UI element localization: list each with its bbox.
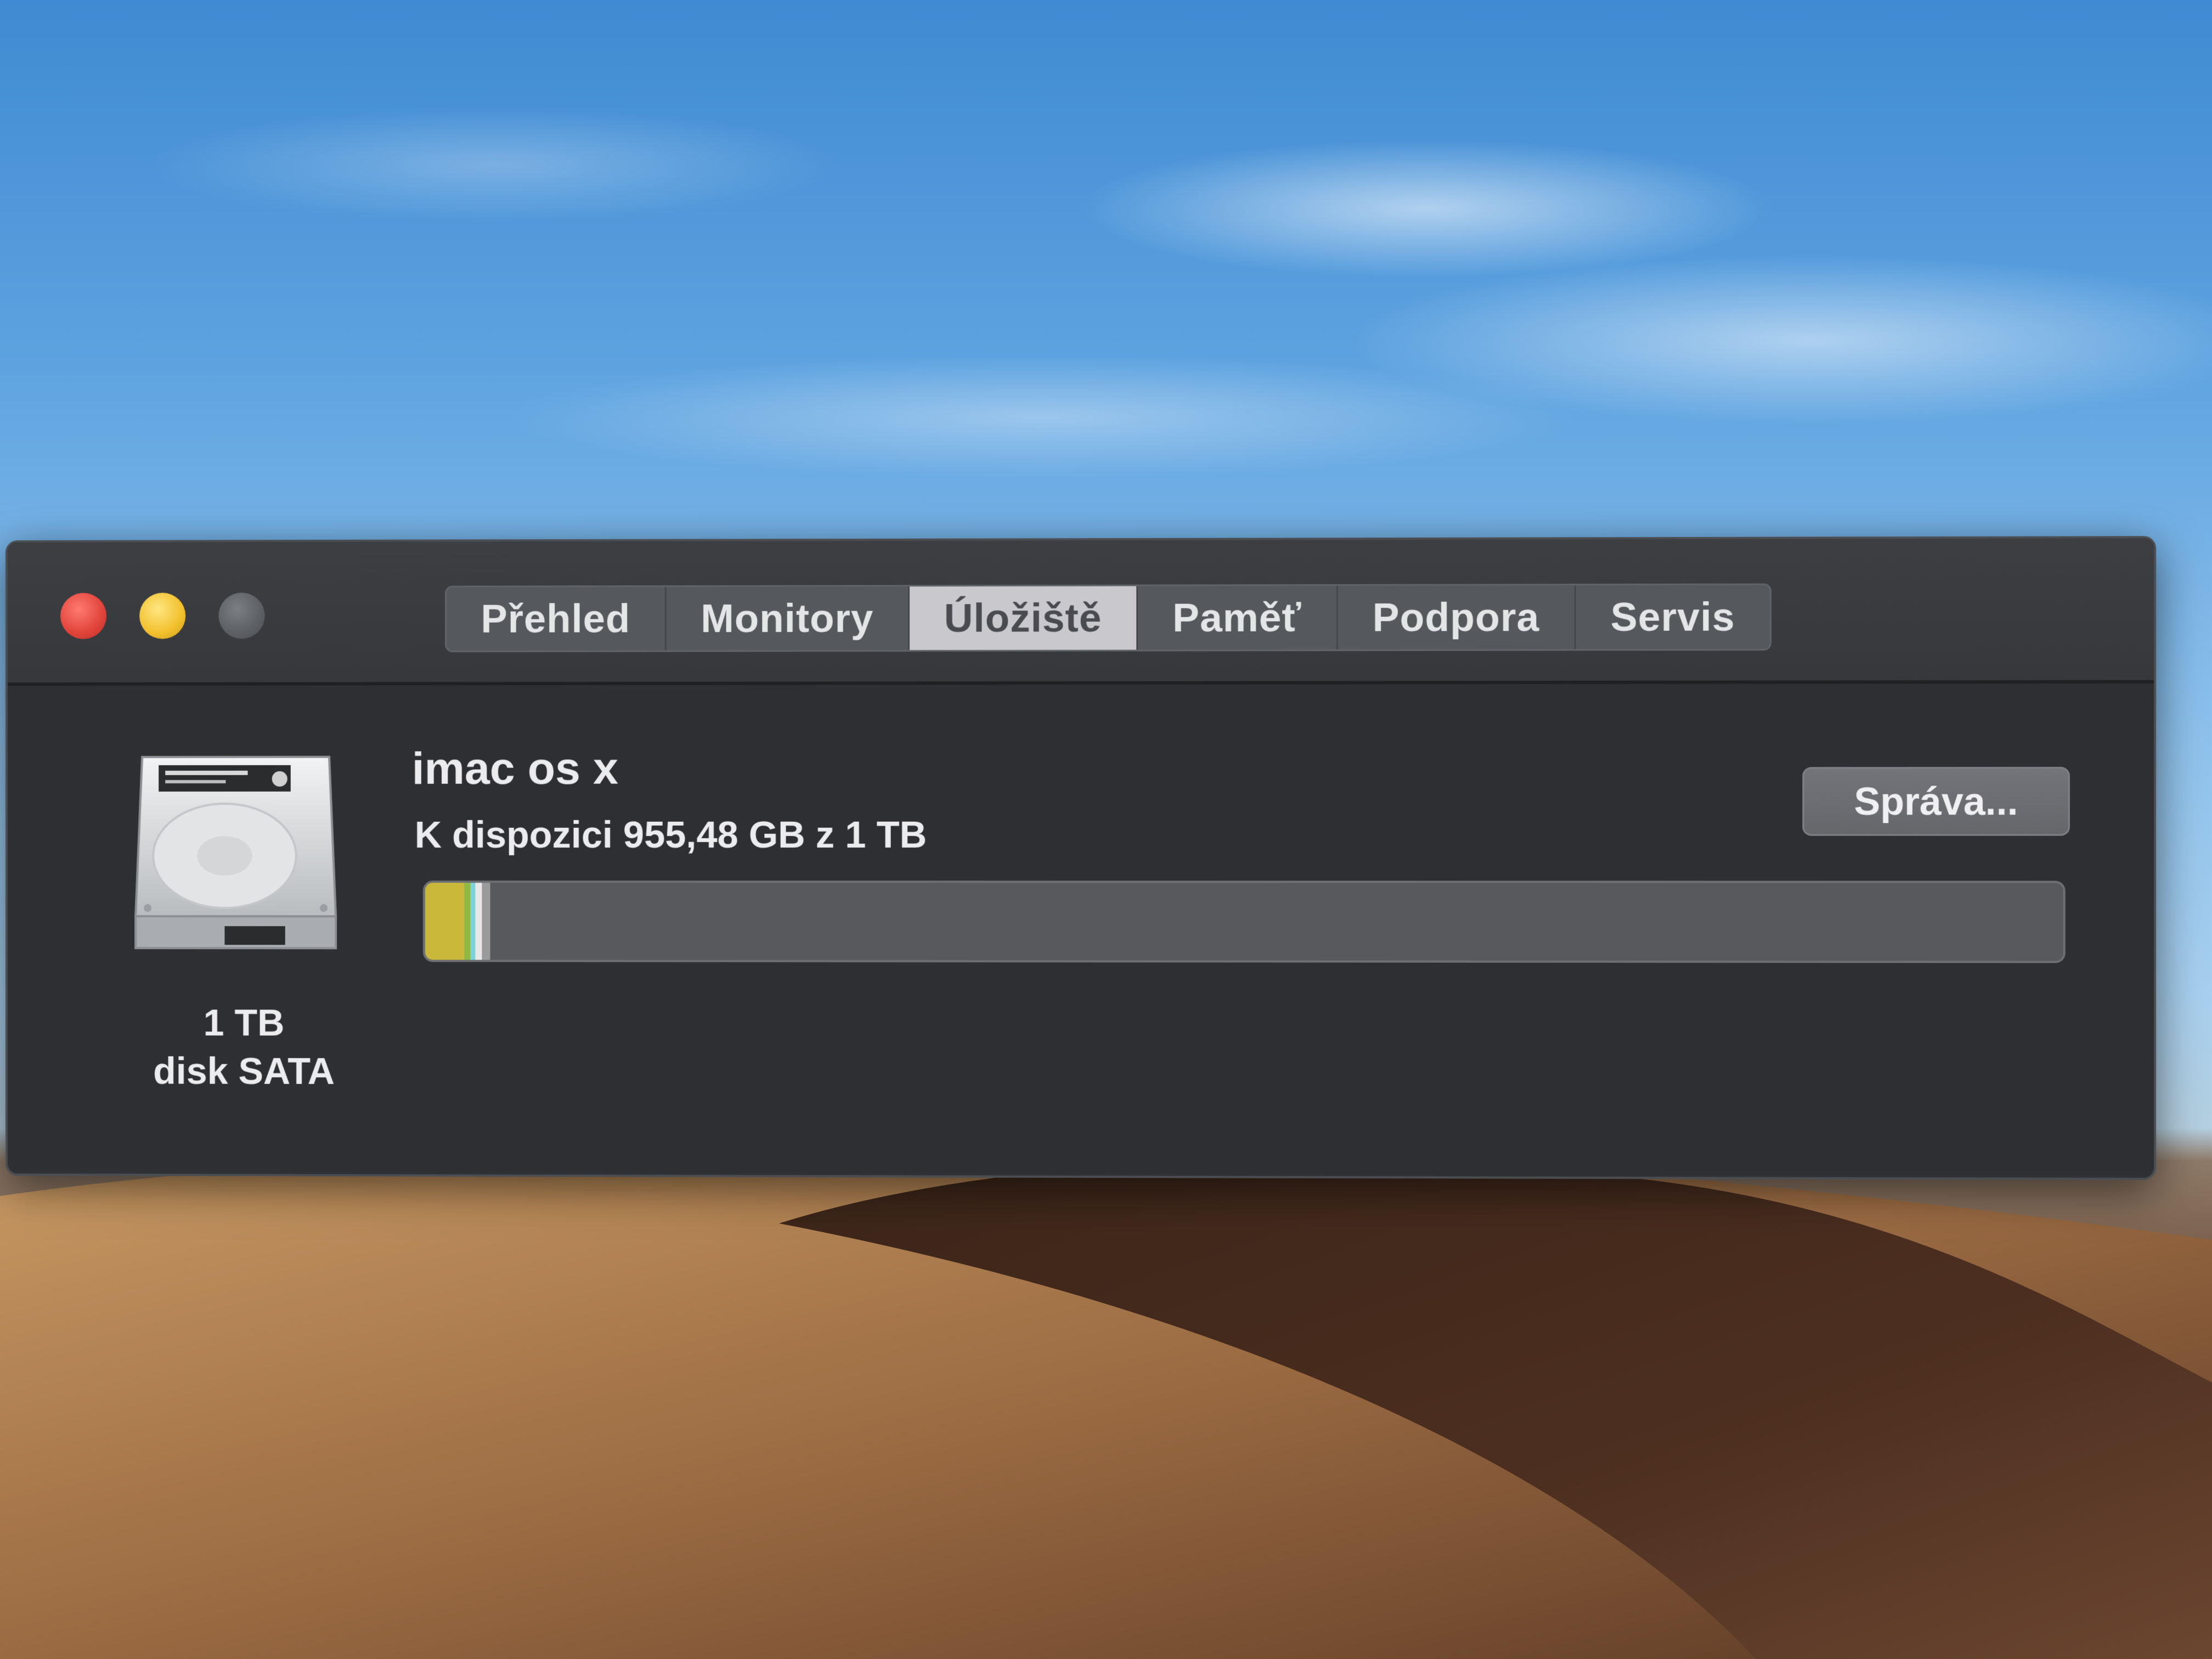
drive-type: disk SATA	[153, 1050, 335, 1092]
tab-service[interactable]: Servis	[1576, 585, 1769, 649]
hard-drive-icon	[131, 752, 340, 955]
drive-caption: 1 TB disk SATA	[95, 998, 393, 1096]
minimize-button[interactable]	[139, 592, 186, 639]
manage-button[interactable]: Správa...	[1802, 766, 2070, 836]
zoom-button	[218, 592, 265, 639]
close-button[interactable]	[60, 592, 107, 639]
tab-storage[interactable]: Úložiště	[910, 586, 1138, 650]
tab-displays[interactable]: Monitory	[666, 586, 910, 651]
storage-segment-4[interactable]	[482, 883, 490, 960]
tab-memory[interactable]: Paměť	[1138, 585, 1338, 650]
tab-support[interactable]: Podpora	[1338, 585, 1576, 650]
window-titlebar: Přehled Monitory Úložiště Paměť Podpora …	[7, 538, 2154, 686]
storage-usage-bar[interactable]	[422, 881, 2066, 963]
storage-segment-3[interactable]	[475, 883, 482, 960]
desktop: Přehled Monitory Úložiště Paměť Podpora …	[0, 0, 2212, 1659]
volume-name: imac os x	[411, 743, 618, 794]
about-this-mac-window: Přehled Monitory Úložiště Paměť Podpora …	[5, 536, 2157, 1180]
storage-segment-free	[490, 883, 2063, 961]
storage-segment-1[interactable]	[464, 883, 471, 960]
tab-bar: Přehled Monitory Úložiště Paměť Podpora …	[445, 583, 1772, 652]
storage-segment-2[interactable]	[470, 883, 476, 960]
storage-segment-0[interactable]	[425, 883, 464, 960]
drive-capacity: 1 TB	[203, 1002, 285, 1044]
tab-overview[interactable]: Přehled	[447, 586, 667, 651]
available-space-text: K dispozici 955,48 GB z 1 TB	[414, 814, 927, 856]
storage-panel: 1 TB disk SATA imac os x K dispozici 955…	[7, 683, 2154, 1176]
